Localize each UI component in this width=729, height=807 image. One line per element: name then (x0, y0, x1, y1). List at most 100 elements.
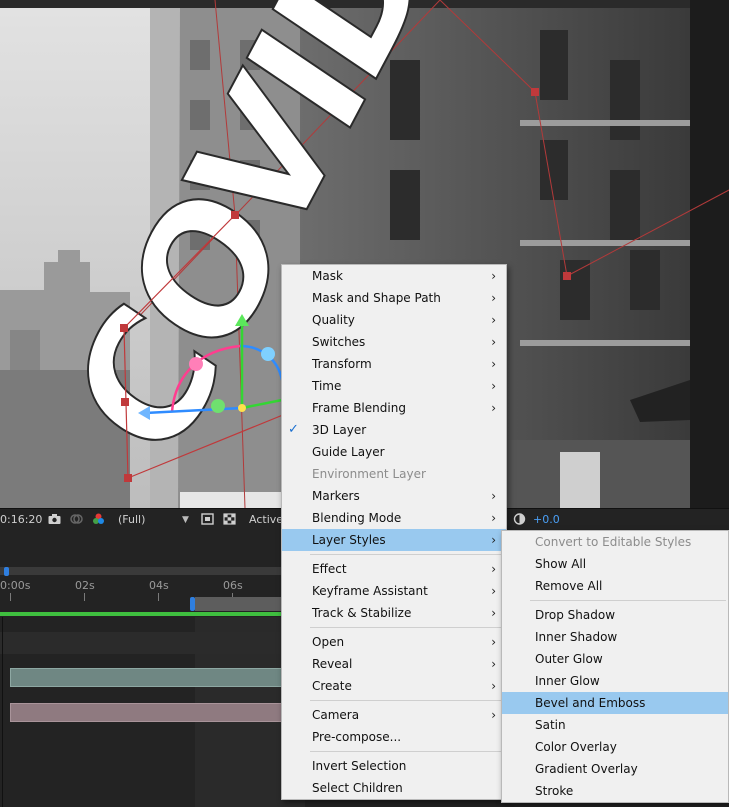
menu-item-label: Blending Mode (312, 511, 402, 525)
chevron-right-icon: › (491, 401, 496, 415)
menu-item-blending-mode[interactable]: Blending Mode › (282, 507, 506, 529)
chevron-right-icon: › (491, 708, 496, 722)
checkmark-icon: ✓ (288, 422, 299, 437)
menu-item-label: Environment Layer (312, 467, 426, 481)
chevron-right-icon: › (491, 335, 496, 349)
menu-item-show-all[interactable]: Show All (502, 553, 728, 575)
menu-item-inner-shadow[interactable]: Inner Shadow (502, 626, 728, 648)
menu-item-label: Satin (535, 718, 566, 732)
menu-item-quality[interactable]: Quality › (282, 309, 506, 331)
menu-item-environment-layer: Environment Layer (282, 463, 506, 485)
menu-item-gradient-overlay[interactable]: Gradient Overlay (502, 758, 728, 780)
menu-item-label: Keyframe Assistant (312, 584, 428, 598)
menu-item-satin[interactable]: Satin (502, 714, 728, 736)
view-select[interactable]: Active (249, 513, 283, 526)
menu-item-label: Transform (312, 357, 372, 371)
chevron-right-icon: › (491, 379, 496, 393)
menu-item-label: Open (312, 635, 345, 649)
chevron-right-icon: › (491, 657, 496, 671)
exposure-value[interactable]: +0.0 (533, 513, 560, 526)
menu-separator (530, 600, 726, 601)
menu-item-mask-and-shape-path[interactable]: Mask and Shape Path › (282, 287, 506, 309)
menu-item-label: Gradient Overlay (535, 762, 638, 776)
ruler-tick (158, 593, 159, 601)
menu-item-effect[interactable]: Effect › (282, 558, 506, 580)
chevron-right-icon: › (491, 357, 496, 371)
menu-item-label: Convert to Editable Styles (535, 535, 692, 549)
menu-item-transform[interactable]: Transform › (282, 353, 506, 375)
menu-item-reveal[interactable]: Reveal › (282, 653, 506, 675)
menu-item-camera[interactable]: Camera › (282, 704, 506, 726)
layer-bar[interactable] (10, 668, 307, 687)
menu-item-label: Layer Styles (312, 533, 386, 547)
timeline-header (0, 531, 300, 565)
chevron-right-icon: › (491, 606, 496, 620)
ruler-tick (84, 593, 85, 601)
menu-item-layer-styles[interactable]: Layer Styles › (282, 529, 506, 551)
work-area-bar[interactable] (0, 567, 300, 575)
menu-item-label: Camera (312, 708, 360, 722)
channels-icon[interactable] (92, 513, 105, 525)
current-time-indicator[interactable] (190, 597, 195, 611)
ruler-tick (10, 593, 11, 601)
menu-item-drop-shadow[interactable]: Drop Shadow (502, 604, 728, 626)
menu-item-outer-glow[interactable]: Outer Glow (502, 648, 728, 670)
menu-item-select-children[interactable]: Select Children (282, 777, 506, 799)
chevron-right-icon: › (491, 635, 496, 649)
chevron-right-icon: › (491, 511, 496, 525)
menu-item-track-stabilize[interactable]: Track & Stabilize › (282, 602, 506, 624)
menu-item-open[interactable]: Open › (282, 631, 506, 653)
region-icon[interactable] (201, 513, 214, 525)
ruler-label: 02s (75, 579, 95, 592)
work-area-start-handle[interactable] (4, 567, 9, 576)
menu-item-label: Mask (312, 269, 343, 283)
menu-item-label: Inner Shadow (535, 630, 618, 644)
camera-icon[interactable] (48, 513, 61, 525)
menu-item-frame-blending[interactable]: Frame Blending › (282, 397, 506, 419)
resolution-select[interactable]: (Full) (118, 513, 145, 526)
menu-item-label: Time (312, 379, 342, 393)
ruler-label: 04s (149, 579, 169, 592)
menu-item-label: Pre-compose... (312, 730, 402, 744)
menu-item-pre-compose[interactable]: Pre-compose... (282, 726, 506, 748)
menu-item-label: Track & Stabilize (312, 606, 412, 620)
menu-item-bevel-and-emboss[interactable]: Bevel and Emboss (502, 692, 728, 714)
menu-item-switches[interactable]: Switches › (282, 331, 506, 353)
snapshot-icon[interactable] (70, 513, 83, 525)
ruler-label: 06s (223, 579, 243, 592)
exposure-icon[interactable] (513, 513, 526, 525)
layer-row[interactable] (0, 632, 300, 654)
layer-bar[interactable] (10, 703, 307, 722)
menu-item-stroke[interactable]: Stroke (502, 780, 728, 802)
menu-item-3d-layer[interactable]: ✓ 3D Layer (282, 419, 506, 441)
menu-item-label: Bevel and Emboss (535, 696, 646, 710)
layer-styles-submenu: Convert to Editable Styles Show All Remove… (501, 530, 729, 803)
menu-item-label: Color Overlay (535, 740, 617, 754)
menu-item-label: Create (312, 679, 352, 693)
menu-item-color-overlay[interactable]: Color Overlay (502, 736, 728, 758)
menu-item-convert-to-editable-styles: Convert to Editable Styles (502, 531, 728, 553)
current-time[interactable]: 0:16:20 (0, 513, 42, 526)
menu-item-time[interactable]: Time › (282, 375, 506, 397)
menu-item-label: 3D Layer (312, 423, 367, 437)
menu-item-label: Effect (312, 562, 347, 576)
menu-item-label: Switches (312, 335, 366, 349)
menu-item-invert-selection[interactable]: Invert Selection (282, 755, 506, 777)
menu-item-create[interactable]: Create › (282, 675, 506, 697)
menu-item-label: Markers (312, 489, 360, 503)
menu-separator (310, 554, 504, 555)
menu-item-markers[interactable]: Markers › (282, 485, 506, 507)
chevron-right-icon: › (491, 679, 496, 693)
menu-item-label: Frame Blending (312, 401, 406, 415)
chevron-down-icon[interactable]: ▼ (182, 515, 189, 525)
transparency-grid-icon[interactable] (223, 513, 236, 525)
menu-item-mask[interactable]: Mask › (282, 265, 506, 287)
chevron-right-icon: › (491, 269, 496, 283)
menu-item-keyframe-assistant[interactable]: Keyframe Assistant › (282, 580, 506, 602)
menu-item-remove-all[interactable]: Remove All (502, 575, 728, 597)
menu-item-label: Drop Shadow (535, 608, 616, 622)
menu-item-inner-glow[interactable]: Inner Glow (502, 670, 728, 692)
menu-item-guide-layer[interactable]: Guide Layer (282, 441, 506, 463)
menu-item-label: Stroke (535, 784, 574, 798)
chevron-right-icon: › (491, 291, 496, 305)
